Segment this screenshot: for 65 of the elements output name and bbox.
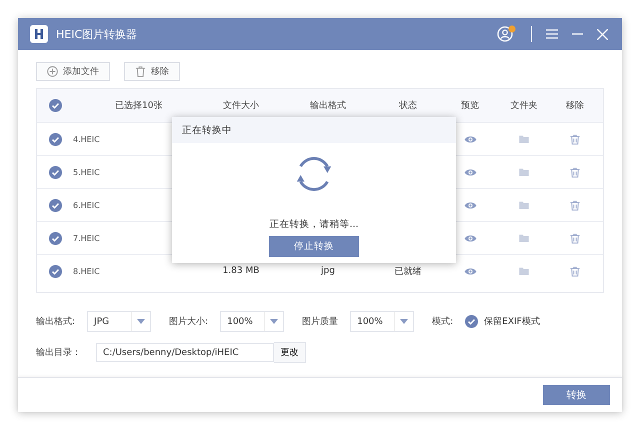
file-name: 8.HEIC bbox=[73, 266, 100, 276]
checkbox[interactable] bbox=[48, 99, 62, 112]
file-size: 1.83 MB bbox=[222, 266, 260, 276]
add-files-button[interactable]: 添加文件 bbox=[36, 62, 110, 81]
plus-icon bbox=[47, 66, 58, 77]
trash-icon[interactable] bbox=[570, 200, 580, 210]
checkbox[interactable] bbox=[48, 132, 62, 146]
minimize-icon[interactable] bbox=[572, 33, 583, 35]
user-icon[interactable] bbox=[497, 25, 517, 43]
folder-icon[interactable] bbox=[519, 267, 529, 275]
change-button[interactable]: 更改 bbox=[274, 342, 306, 363]
eye-icon[interactable] bbox=[464, 134, 476, 144]
caret-icon bbox=[137, 319, 146, 324]
menu-icon[interactable] bbox=[546, 29, 558, 39]
close-icon[interactable] bbox=[597, 28, 608, 40]
column-header: 移除 bbox=[565, 100, 585, 113]
column-header: 文件大小 bbox=[222, 100, 260, 113]
option-label: 保留EXIF模式 bbox=[484, 316, 540, 328]
remove-button[interactable]: 移除 bbox=[124, 62, 180, 81]
convert-button[interactable]: 转换 bbox=[543, 385, 610, 405]
window-title: HEIC图片转换器 bbox=[56, 26, 138, 42]
eye-icon[interactable] bbox=[464, 266, 476, 276]
dropdown[interactable]: JPG bbox=[87, 311, 152, 332]
stop-button[interactable]: 停止转换 bbox=[269, 236, 359, 257]
checkbox[interactable] bbox=[48, 166, 62, 178]
column-header: 状态 bbox=[398, 100, 418, 113]
column-header: 文件夹 bbox=[510, 100, 538, 113]
trash-icon[interactable] bbox=[570, 134, 580, 144]
folder-icon[interactable] bbox=[519, 135, 529, 143]
trash-icon[interactable] bbox=[570, 266, 580, 276]
dialog-title: 正在转换中 bbox=[172, 117, 456, 143]
checkbox[interactable] bbox=[48, 198, 62, 212]
field-label: 模式: bbox=[432, 316, 454, 328]
trash-icon[interactable] bbox=[570, 166, 580, 178]
column-header: 输出格式 bbox=[309, 100, 347, 113]
column-header: 已选择10张 bbox=[114, 100, 164, 113]
folder-icon[interactable] bbox=[519, 168, 529, 176]
eye-icon[interactable] bbox=[464, 168, 476, 176]
eye-icon[interactable] bbox=[464, 200, 476, 210]
dropdown[interactable]: 100% bbox=[350, 311, 414, 332]
field-label: 输出格式: bbox=[36, 316, 76, 328]
field-label: 输出目录： bbox=[36, 346, 81, 359]
status-text: 已就绪 bbox=[394, 266, 422, 278]
trash-icon bbox=[135, 66, 146, 77]
file-name: 4.HEIC bbox=[73, 134, 100, 144]
app-logo-icon bbox=[30, 25, 48, 43]
field-label: 图片质量 bbox=[302, 316, 338, 328]
column-header: 预览 bbox=[460, 100, 480, 113]
eye-icon[interactable] bbox=[464, 234, 476, 242]
trash-icon[interactable] bbox=[570, 232, 580, 244]
caret-icon bbox=[270, 319, 278, 324]
field-label: 图片大小: bbox=[169, 316, 208, 328]
file-name: 6.HEIC bbox=[73, 200, 100, 210]
folder-icon[interactable] bbox=[519, 234, 529, 242]
progress-message: 正在转换，请稍等... bbox=[269, 218, 359, 231]
file-name: 7.HEIC bbox=[73, 234, 100, 242]
checkbox[interactable] bbox=[465, 315, 478, 328]
folder-icon[interactable] bbox=[519, 201, 529, 209]
caret-icon bbox=[400, 319, 408, 324]
file-name: 5.HEIC bbox=[73, 168, 100, 176]
path-field[interactable]: C:/Users/benny/Desktop/iHEIC bbox=[96, 343, 274, 362]
checkbox[interactable] bbox=[48, 264, 62, 278]
output-format: jpg bbox=[321, 266, 335, 276]
dropdown[interactable]: 100% bbox=[220, 311, 284, 332]
checkbox[interactable] bbox=[48, 232, 62, 244]
